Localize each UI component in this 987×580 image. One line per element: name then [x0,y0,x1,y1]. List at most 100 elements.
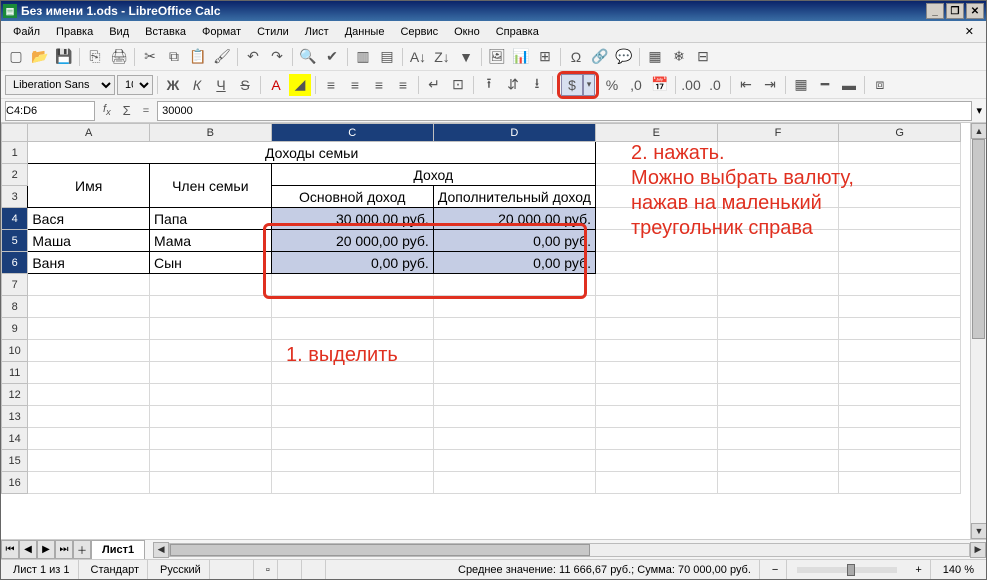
cell[interactable] [717,428,839,450]
cell[interactable] [28,274,150,296]
cell-B4[interactable]: Папа [149,208,271,230]
cell[interactable] [839,450,961,472]
special-char-icon[interactable]: Ω [565,46,587,68]
sort-desc-icon[interactable]: Z↓ [431,46,453,68]
cell[interactable] [271,450,433,472]
cell-A6[interactable]: Ваня [28,252,150,274]
zoom-in-button[interactable]: + [907,560,930,579]
cut-icon[interactable]: ✂ [139,46,161,68]
zoom-out-button[interactable]: − [764,560,787,579]
scroll-down-icon[interactable]: ▼ [971,523,986,539]
cell[interactable] [28,384,150,406]
cell[interactable] [839,340,961,362]
paste-icon[interactable]: 📋 [187,46,209,68]
cell[interactable] [433,472,595,494]
cell[interactable] [717,164,839,186]
row-head-7[interactable]: 7 [2,274,28,296]
scroll-thumb[interactable] [170,544,590,556]
menu-sheet[interactable]: Лист [297,24,337,40]
undo-icon[interactable]: ↶ [242,46,264,68]
cell[interactable] [596,340,718,362]
indent-dec-icon[interactable]: ⇤ [735,74,757,96]
highlight-icon[interactable]: ◢ [289,74,311,96]
status-selection-mode[interactable]: ▫ [258,560,278,579]
border-color-icon[interactable]: ▬ [838,74,860,96]
font-name-select[interactable]: Liberation Sans [5,75,115,95]
row-head-14[interactable]: 14 [2,428,28,450]
align-center-icon[interactable]: ≡ [344,74,366,96]
cell[interactable] [717,450,839,472]
cell[interactable] [596,296,718,318]
wrap-text-icon[interactable]: ↵ [423,74,445,96]
cell-title[interactable]: Доходы семьи [28,142,596,164]
copy-icon[interactable]: ⧉ [163,46,185,68]
cell[interactable] [839,406,961,428]
row-head-8[interactable]: 8 [2,296,28,318]
menu-styles[interactable]: Стили [249,24,297,40]
zoom-value[interactable]: 140 % [935,560,982,579]
menu-format[interactable]: Формат [194,24,249,40]
status-summary[interactable]: Среднее значение: 11 666,67 руб.; Сумма:… [330,560,760,579]
cell-A4[interactable]: Вася [28,208,150,230]
cell[interactable] [596,164,718,186]
cell[interactable] [717,384,839,406]
add-decimal-icon[interactable]: .00 [680,74,702,96]
cell[interactable] [839,208,961,230]
cell[interactable] [433,296,595,318]
cell[interactable] [717,252,839,274]
col-head-F[interactable]: F [717,124,839,142]
cell[interactable] [596,208,718,230]
cell[interactable] [717,186,839,208]
cell[interactable] [839,142,961,164]
cell[interactable] [271,296,433,318]
cell[interactable] [839,252,961,274]
cell[interactable] [433,362,595,384]
cell-income-header[interactable]: Доход [271,164,595,186]
valign-bot-icon[interactable]: ⭳ [526,74,548,96]
cell-A5[interactable]: Маша [28,230,150,252]
cell[interactable] [28,406,150,428]
new-doc-icon[interactable]: ▢ [5,46,27,68]
cell[interactable] [717,296,839,318]
zoom-slider-knob[interactable] [847,564,855,576]
autofilter-icon[interactable]: ▼ [455,46,477,68]
minimize-button[interactable]: _ [926,3,944,19]
row-head-15[interactable]: 15 [2,450,28,472]
close-button[interactable]: ✕ [966,3,984,19]
cell[interactable] [28,472,150,494]
sort-asc-icon[interactable]: A↓ [407,46,429,68]
italic-icon[interactable]: К [186,74,208,96]
row-icon[interactable]: ▥ [352,46,374,68]
bold-icon[interactable]: Ж [162,74,184,96]
cell-main-income-header[interactable]: Основной доход [271,186,433,208]
find-icon[interactable]: 🔍 [297,46,319,68]
valign-top-icon[interactable]: ⭱ [478,74,500,96]
col-head-G[interactable]: G [839,124,961,142]
col-icon[interactable]: ▤ [376,46,398,68]
chart-icon[interactable]: 📊 [510,46,532,68]
cell-reference-input[interactable] [5,101,95,121]
cell[interactable] [433,340,595,362]
formula-input[interactable] [157,101,972,121]
menu-insert[interactable]: Вставка [137,24,194,40]
cell[interactable] [596,406,718,428]
scroll-thumb[interactable] [972,139,985,339]
percent-format-icon[interactable]: % [601,74,623,96]
date-format-icon[interactable]: 📅 [649,74,671,96]
menu-window[interactable]: Окно [446,24,488,40]
borders-icon[interactable]: ▦ [790,74,812,96]
cell[interactable] [149,406,271,428]
cell-extra-income-header[interactable]: Дополнительный доход [433,186,595,208]
menu-view[interactable]: Вид [101,24,137,40]
vertical-scrollbar[interactable]: ▲ ▼ [970,123,986,539]
cell[interactable] [596,362,718,384]
col-head-D[interactable]: D [433,124,595,142]
status-lang[interactable]: Русский [152,560,210,579]
row-head-1[interactable]: 1 [2,142,28,164]
tab-first-icon[interactable]: ⏮ [1,540,19,559]
cell[interactable] [839,318,961,340]
cell[interactable] [149,472,271,494]
cell-C4[interactable]: 30 000,00 руб. [271,208,433,230]
scroll-up-icon[interactable]: ▲ [971,123,986,139]
menu-edit[interactable]: Правка [48,24,101,40]
